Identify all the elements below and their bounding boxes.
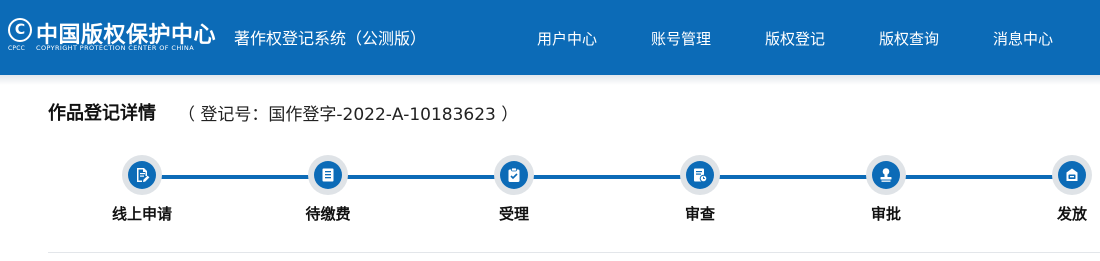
- step-label: 发放: [1056, 205, 1087, 223]
- copyright-logo-icon: C: [8, 18, 32, 42]
- step-circle: [308, 155, 348, 195]
- section-divider: [48, 252, 1100, 253]
- logo-abbreviation: CPCC: [8, 45, 25, 52]
- registration-number: （ 登记号：国作登字-2022-A-10183623 ）: [178, 105, 519, 125]
- document-clock-icon: [694, 168, 708, 183]
- step-circle: [1052, 155, 1092, 195]
- step-circle: [494, 155, 534, 195]
- step-label: 待缴费: [305, 205, 351, 223]
- nav-message-center[interactable]: 消息中心: [966, 0, 1080, 75]
- logo-english-name: COPYRIGHT PROTECTION CENTER OF CHINA: [36, 44, 195, 52]
- top-navigation-bar: C CPCC 中国版权保护中心 COPYRIGHT PROTECTION CEN…: [0, 0, 1100, 75]
- page-title: 作品登记详情: [48, 103, 156, 124]
- step-label: 线上申请: [111, 205, 172, 223]
- nav-copyright-registration[interactable]: 版权登记: [738, 0, 852, 75]
- step-circle: [866, 155, 906, 195]
- step-label: 审查: [684, 205, 715, 223]
- nav-account-management[interactable]: 账号管理: [624, 0, 738, 75]
- progress-track: [142, 175, 1072, 179]
- step-circle: [122, 155, 162, 195]
- step-label: 受理: [498, 205, 529, 223]
- nav-user-center[interactable]: 用户中心: [510, 0, 624, 75]
- system-title: 著作权登记系统（公测版）: [234, 29, 427, 48]
- clipboard-check-icon: [508, 167, 520, 182]
- nav-copyright-query[interactable]: 版权查询: [852, 0, 966, 75]
- header-shadow: [0, 75, 1100, 85]
- step-circle: [680, 155, 720, 195]
- cpcc-logo[interactable]: C CPCC 中国版权保护中心 COPYRIGHT PROTECTION CEN…: [8, 18, 223, 52]
- main-nav: 用户中心 账号管理 版权登记 版权查询 消息中心: [510, 0, 1080, 75]
- edit-document-icon: [137, 168, 150, 182]
- step-label: 审批: [870, 205, 901, 223]
- certificate-box-icon: [1066, 168, 1078, 181]
- payment-document-icon: [322, 168, 334, 182]
- stamp-icon: [880, 168, 892, 182]
